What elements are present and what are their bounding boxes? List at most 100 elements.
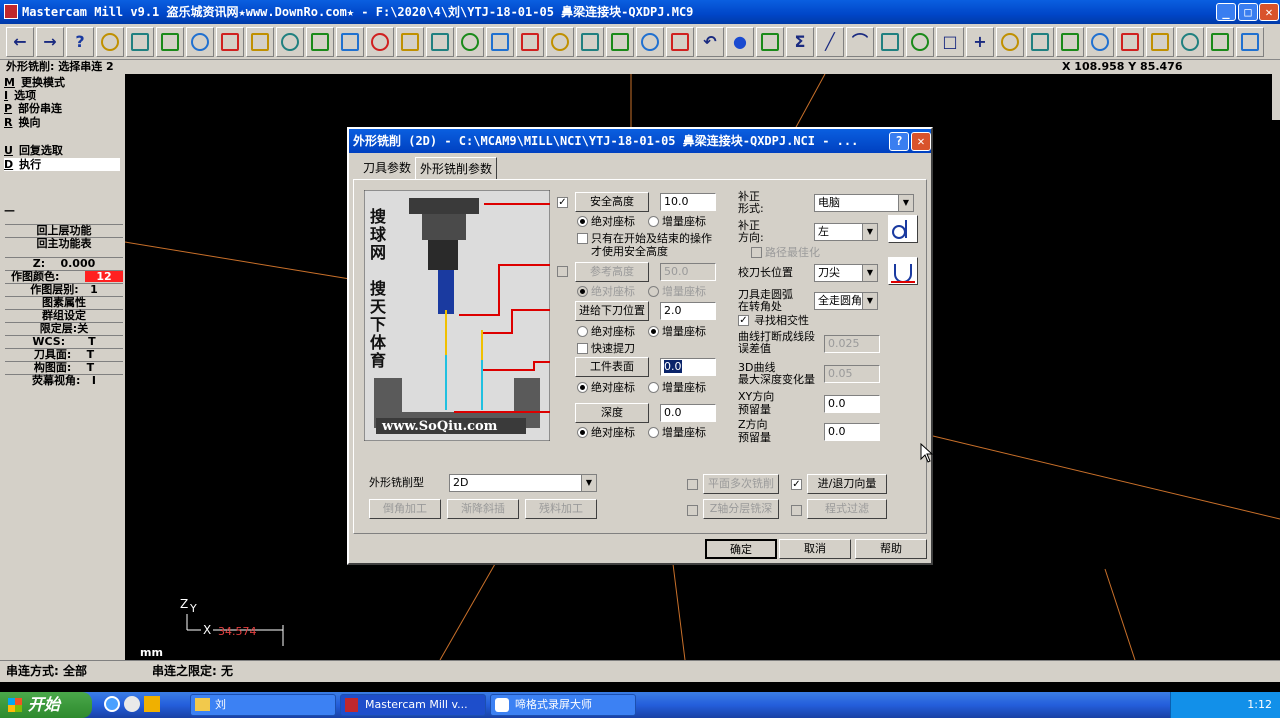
- gview-field[interactable]: 荧幕视角: I: [5, 374, 123, 387]
- z-stock-input[interactable]: 0.0: [824, 423, 880, 441]
- pan-button[interactable]: [246, 27, 274, 57]
- task-mastercam[interactable]: Mastercam Mill v...: [340, 694, 486, 716]
- chain-button[interactable]: [1056, 27, 1084, 57]
- color-field[interactable]: 作图颜色: 12: [5, 270, 123, 283]
- point-button[interactable]: +: [966, 27, 994, 57]
- rotate-button[interactable]: [306, 27, 334, 57]
- tip-comp-select[interactable]: 刀尖 ▼: [814, 264, 878, 282]
- minimize-button[interactable]: _: [1216, 3, 1236, 21]
- menu-item-unselect[interactable]: U 回复选取: [4, 144, 63, 157]
- wcs-field[interactable]: WCS: T: [5, 335, 123, 348]
- group-button[interactable]: [636, 27, 664, 57]
- top-stock-input[interactable]: 0.0: [660, 358, 716, 376]
- battery-button[interactable]: [96, 27, 124, 57]
- zoom-in-button[interactable]: [186, 27, 214, 57]
- view-top-button[interactable]: [336, 27, 364, 57]
- view-side-button[interactable]: [396, 27, 424, 57]
- comp-left-icon[interactable]: [888, 215, 918, 243]
- ref-height-input[interactable]: 50.0: [660, 263, 716, 281]
- depth-inc-radio[interactable]: [648, 427, 659, 438]
- no-button[interactable]: [606, 27, 634, 57]
- mask-button[interactable]: 限定层:关: [5, 322, 123, 335]
- explorer-icon[interactable]: [124, 696, 140, 712]
- feed-plane-button[interactable]: 进给下刀位置: [575, 301, 649, 321]
- back-menu-button[interactable]: 回上层功能: [5, 224, 123, 237]
- line-button[interactable]: ╱: [816, 27, 844, 57]
- trim5-button[interactable]: [1206, 27, 1234, 57]
- spline-button[interactable]: [906, 27, 934, 57]
- fillet-button[interactable]: [876, 27, 904, 57]
- contour-type-select[interactable]: 2D ▼: [449, 474, 597, 492]
- xy-stock-input[interactable]: 0.0: [824, 395, 880, 413]
- remachine-button[interactable]: 残料加工: [525, 499, 597, 519]
- tol-input[interactable]: 0.025: [824, 335, 880, 353]
- select-button[interactable]: [276, 27, 304, 57]
- feed-inc-radio[interactable]: [648, 326, 659, 337]
- menu-item-done[interactable]: D 执行: [4, 158, 120, 171]
- tab-contour-params[interactable]: 外形铣削参数: [415, 157, 498, 179]
- menu-item-partial-chain[interactable]: P 部份串连: [4, 102, 62, 115]
- safe-abs-radio[interactable]: [577, 216, 588, 227]
- back-arrow-button[interactable]: ←: [6, 27, 34, 57]
- view-iso-button[interactable]: [426, 27, 454, 57]
- zoom-out-button[interactable]: [216, 27, 244, 57]
- view-cube1-button[interactable]: [456, 27, 484, 57]
- ref-height-button[interactable]: 参考高度: [575, 262, 649, 282]
- attributes-button[interactable]: 图素属性: [5, 296, 123, 309]
- menu-item-reverse[interactable]: R 换向: [4, 116, 40, 129]
- multipass-button[interactable]: 平面多次铣削: [703, 474, 779, 494]
- trim2-button[interactable]: [1116, 27, 1144, 57]
- media-icon[interactable]: [144, 696, 160, 712]
- trim1-button[interactable]: [1086, 27, 1114, 57]
- rect-button[interactable]: □: [936, 27, 964, 57]
- view-cube2-button[interactable]: [486, 27, 514, 57]
- dialog-help-button[interactable]: ?: [889, 132, 909, 151]
- depthcut-button[interactable]: Z轴分层铣深: [703, 499, 779, 519]
- leadin-checkbox[interactable]: ✓: [791, 479, 802, 490]
- safe-height-button[interactable]: 安全高度: [575, 192, 649, 212]
- feed-plane-input[interactable]: 2.0: [660, 302, 716, 320]
- view-front-button[interactable]: [366, 27, 394, 57]
- depth-abs-radio[interactable]: [577, 427, 588, 438]
- close-button[interactable]: ✕: [1259, 3, 1279, 21]
- tplane-field[interactable]: 刀具面: T: [5, 348, 123, 361]
- corner-select[interactable]: 全走圆角 ▼: [814, 292, 878, 310]
- multipass-checkbox[interactable]: [687, 479, 698, 490]
- depth-button[interactable]: 深度: [575, 403, 649, 423]
- trim4-button[interactable]: [1176, 27, 1204, 57]
- filter-checkbox[interactable]: [791, 505, 802, 516]
- help-button[interactable]: 帮助: [855, 539, 927, 559]
- tab-tool-params[interactable]: 刀具参数: [359, 157, 415, 179]
- view-cube4-button[interactable]: [546, 27, 574, 57]
- leadin-button[interactable]: 进/退刀向量: [807, 474, 887, 494]
- rapid-retract-checkbox[interactable]: [577, 343, 588, 354]
- start-button[interactable]: 开始: [0, 692, 92, 718]
- tip-comp-icon[interactable]: [888, 257, 918, 285]
- menu-item-change-mode[interactable]: M 更换模式: [4, 76, 65, 89]
- comp-dir-select[interactable]: 左 ▼: [814, 223, 878, 241]
- ie-icon[interactable]: [104, 696, 120, 712]
- groups-button[interactable]: 群组设定: [5, 309, 123, 322]
- help-button[interactable]: ?: [66, 27, 94, 57]
- safe-height-checkbox[interactable]: ✓: [557, 197, 568, 208]
- top-inc-radio[interactable]: [648, 382, 659, 393]
- task-recorder[interactable]: 啼格式录屏大师: [490, 694, 636, 716]
- right-scrollbar[interactable]: [1272, 60, 1280, 120]
- optimize-checkbox[interactable]: [751, 247, 762, 258]
- safe-height-input[interactable]: 10.0: [660, 193, 716, 211]
- depthcut-checkbox[interactable]: [687, 505, 698, 516]
- trim3-button[interactable]: [1146, 27, 1174, 57]
- sphere-button[interactable]: ●: [726, 27, 754, 57]
- cplane-field[interactable]: 构图面: T: [5, 361, 123, 374]
- forward-arrow-button[interactable]: →: [36, 27, 64, 57]
- maximize-button[interactable]: □: [1238, 3, 1258, 21]
- cancel-button[interactable]: 取消: [779, 539, 851, 559]
- eraser-button[interactable]: [576, 27, 604, 57]
- filter-button[interactable]: 程式过滤: [807, 499, 887, 519]
- level-field[interactable]: 作图层别: 1: [5, 283, 123, 296]
- solid-button[interactable]: [1026, 27, 1054, 57]
- view-cube3-button[interactable]: [516, 27, 544, 57]
- safe-only-checkbox[interactable]: [577, 233, 588, 244]
- top-abs-radio[interactable]: [577, 382, 588, 393]
- zoom-window-button[interactable]: [156, 27, 184, 57]
